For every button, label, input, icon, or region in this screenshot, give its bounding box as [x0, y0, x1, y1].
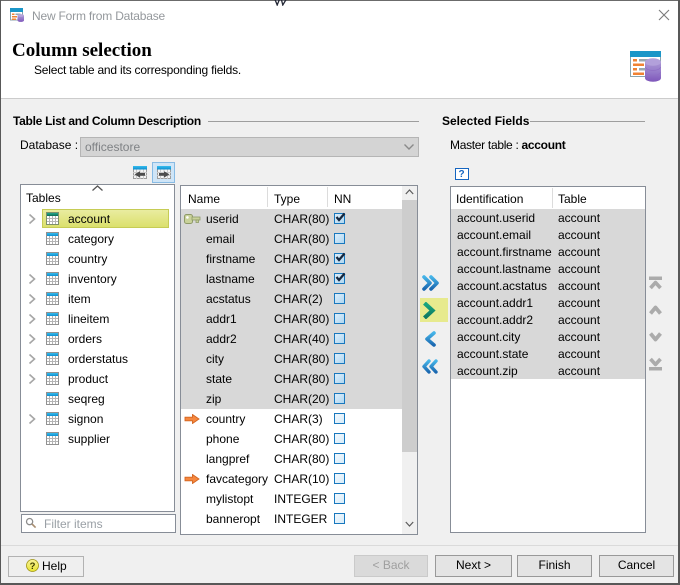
svg-text:?: ? [30, 561, 36, 572]
